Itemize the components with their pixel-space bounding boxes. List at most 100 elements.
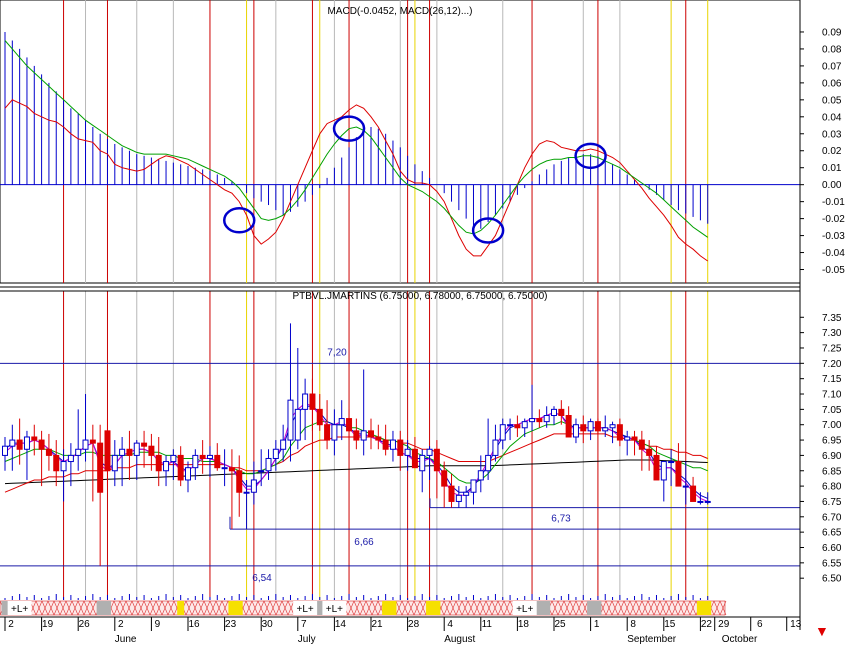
candle-body xyxy=(360,430,367,441)
candle-body xyxy=(704,500,711,503)
band-yellow-block xyxy=(696,601,712,615)
candle-body xyxy=(163,461,170,472)
x-day-label: 11 xyxy=(482,619,493,630)
candle-body xyxy=(294,408,301,441)
macd-tick-label: 0.00 xyxy=(822,180,842,191)
price-tick-label: 6.95 xyxy=(822,436,842,447)
x-day-label: 2 xyxy=(8,619,14,630)
macd-tick-label: 0.09 xyxy=(822,27,842,38)
x-axis: 2 19 26 2 9 16 23 30 7 14 21 28 4 11 18 25 1 8 15 22 29 6 13Ju… xyxy=(0,0,802,645)
candle-body xyxy=(455,494,462,502)
candle-body xyxy=(45,448,52,456)
candle-body xyxy=(331,424,338,441)
candle-body xyxy=(397,439,404,456)
macd-tick-label: -0.02 xyxy=(822,214,845,225)
candle-body xyxy=(97,442,104,493)
price-tick-label: 6.60 xyxy=(822,543,842,554)
candle-body xyxy=(492,439,499,456)
macd-tick-label: 0.07 xyxy=(822,61,842,72)
candle-body xyxy=(309,393,316,410)
candle-body xyxy=(690,485,697,502)
candle-body xyxy=(53,454,60,472)
x-day-label: 16 xyxy=(188,619,200,630)
candle-body xyxy=(675,461,682,487)
candle-body xyxy=(206,454,213,459)
candle-body xyxy=(463,491,470,496)
candle-body xyxy=(192,454,199,469)
x-day-label: 25 xyxy=(554,619,566,630)
band-yellow-block xyxy=(228,601,243,615)
candle-body xyxy=(389,439,396,450)
candle-body xyxy=(236,470,243,493)
x-day-label: 15 xyxy=(664,619,676,630)
candle-body xyxy=(170,454,177,463)
price-tick-label: 6.55 xyxy=(822,558,842,569)
candle-body xyxy=(660,461,667,481)
candle-body xyxy=(477,470,484,481)
price-tick-label: 6.75 xyxy=(822,497,842,508)
candle-body xyxy=(265,457,272,472)
candle-body xyxy=(616,424,623,441)
candle-body xyxy=(609,424,616,429)
level-label: 7,20 xyxy=(327,347,347,358)
candle-body xyxy=(324,424,331,441)
candle-body xyxy=(485,454,492,472)
x-day-label: 21 xyxy=(371,619,383,630)
price-tick-label: 6.50 xyxy=(822,574,842,585)
macd-tick-label: -0.03 xyxy=(822,231,845,242)
price-tick-label: 7.20 xyxy=(822,359,842,370)
candle-body xyxy=(499,424,506,441)
candle-body xyxy=(302,393,309,410)
level-label: 6,66 xyxy=(354,537,374,548)
x-month-label: September xyxy=(627,634,677,645)
candle-body xyxy=(214,454,221,469)
x-month-label: July xyxy=(298,634,316,645)
x-month-label: June xyxy=(115,634,137,645)
band-signal-label: +L+ xyxy=(11,604,28,615)
candle-body xyxy=(119,448,126,456)
candle-body xyxy=(16,439,23,450)
candle-body xyxy=(697,500,704,503)
candle-body xyxy=(580,424,587,432)
price-tick-label: 6.70 xyxy=(822,512,842,523)
x-month-label: October xyxy=(722,634,758,645)
x-day-label: 4 xyxy=(447,619,453,630)
band-signal-label: +L+ xyxy=(326,604,343,615)
candle-body xyxy=(411,448,418,469)
candle-body xyxy=(536,418,543,423)
candle-body xyxy=(426,448,433,456)
macd-title: MACD(-0.0452, MACD(26,12)...) xyxy=(327,6,472,17)
band-yellow-block xyxy=(382,601,397,615)
price-panel: 7.35 7.30 7.25 7.20 7.15 7.10 7.05 7.00 6.95 6.90… xyxy=(0,286,842,600)
candle-body xyxy=(23,436,30,450)
candle-body xyxy=(2,445,8,456)
candle-body xyxy=(316,408,323,426)
x-month-label: August xyxy=(444,634,475,645)
macd-tick-label: 0.08 xyxy=(822,44,842,55)
candle-body xyxy=(682,485,689,488)
price-tick-label: 6.85 xyxy=(822,466,842,477)
macd-tick-label: -0.05 xyxy=(822,265,845,276)
candle-body xyxy=(141,442,148,447)
chart-canvas: 0.09 0.08 0.07 0.06 0.05 0.04 0.03 0.02 0.01 0.00… xyxy=(0,0,845,645)
candle-body xyxy=(228,467,235,472)
candle-body xyxy=(558,408,565,417)
candle-body xyxy=(177,454,184,481)
price-tick-label: 6.80 xyxy=(822,482,842,493)
macd-tick-label: -0.04 xyxy=(822,248,845,259)
candle-body xyxy=(148,445,155,456)
band-yellow-block xyxy=(177,601,185,615)
candle-body xyxy=(507,424,514,427)
level-label: 6,54 xyxy=(252,573,272,584)
x-day-label: 23 xyxy=(225,619,237,630)
candle-body xyxy=(602,427,609,432)
candle-body xyxy=(243,491,250,494)
candle-body xyxy=(126,448,133,456)
candle-body xyxy=(133,442,140,456)
band-gray-block xyxy=(587,601,602,615)
x-day-label: 13 xyxy=(790,619,802,630)
down-arrow-icon[interactable]: ▼ xyxy=(815,624,829,638)
candle-body xyxy=(60,461,67,472)
candle-body xyxy=(470,479,477,493)
candle-body xyxy=(587,421,594,432)
